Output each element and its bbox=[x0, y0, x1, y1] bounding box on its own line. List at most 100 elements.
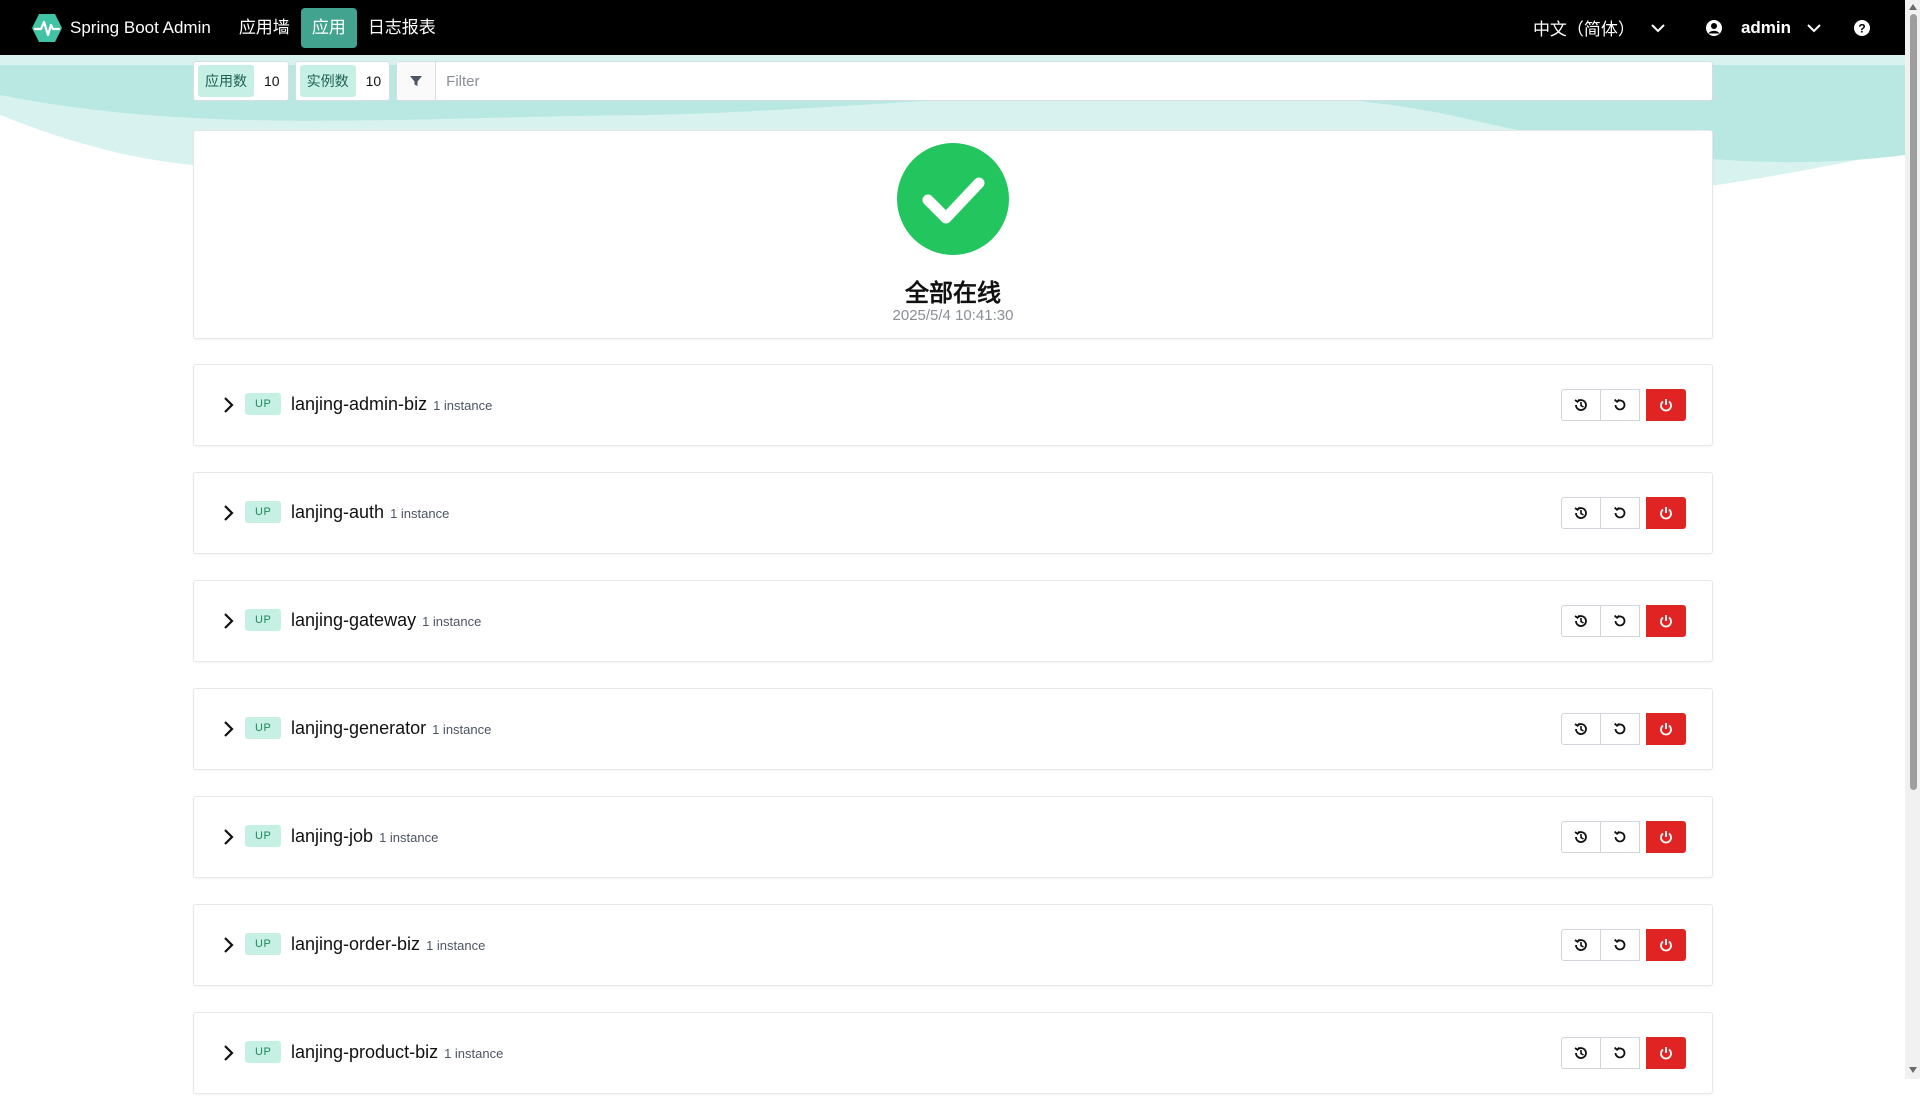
history-icon bbox=[1574, 1046, 1587, 1059]
application-row[interactable]: UP lanjing-gateway 1 instance bbox=[193, 580, 1713, 662]
status-badge: UP bbox=[245, 933, 282, 955]
scroll-down-arrow-icon[interactable] bbox=[1908, 1065, 1918, 1075]
nav-item-applications[interactable]: 应用 bbox=[300, 7, 357, 48]
page-scrollbar[interactable] bbox=[1905, 0, 1920, 1079]
filter-button[interactable] bbox=[397, 62, 437, 100]
applications-count-value: 10 bbox=[264, 73, 280, 89]
user-name: admin bbox=[1740, 17, 1791, 37]
chevron-right-icon[interactable] bbox=[218, 395, 238, 415]
refresh-button[interactable] bbox=[1600, 713, 1640, 745]
brand[interactable]: Spring Boot Admin bbox=[31, 12, 211, 44]
refresh-button[interactable] bbox=[1600, 929, 1640, 961]
chevron-down-icon bbox=[1807, 23, 1821, 32]
scroll-up-arrow-icon[interactable] bbox=[1908, 2, 1918, 12]
user-menu[interactable]: admin bbox=[1705, 18, 1823, 38]
refresh-button[interactable] bbox=[1600, 389, 1640, 421]
history-icon bbox=[1574, 614, 1587, 627]
instances-count-label: 实例数 bbox=[299, 65, 356, 97]
application-name[interactable]: lanjing-product-biz 1 instance bbox=[291, 1042, 503, 1063]
row-actions bbox=[1561, 821, 1686, 853]
refresh-icon bbox=[1613, 398, 1626, 411]
applications-count-label: 应用数 bbox=[198, 65, 254, 97]
scroll-thumb[interactable] bbox=[1910, 14, 1917, 790]
shutdown-button[interactable] bbox=[1646, 605, 1686, 637]
application-name-text: lanjing-order-biz bbox=[291, 934, 421, 954]
nav-item-log-reports[interactable]: 日志报表 bbox=[357, 8, 447, 48]
question-circle-icon[interactable]: ? bbox=[1853, 19, 1871, 37]
application-name-text: lanjing-auth bbox=[291, 502, 385, 522]
shutdown-button[interactable] bbox=[1646, 1037, 1686, 1069]
status-timestamp: 2025/5/4 10:41:30 bbox=[892, 307, 1014, 324]
heartbeat-icon bbox=[32, 13, 62, 42]
refresh-icon bbox=[1613, 506, 1626, 519]
power-icon bbox=[1660, 939, 1672, 952]
status-badge: UP bbox=[245, 825, 282, 847]
application-name[interactable]: lanjing-gateway 1 instance bbox=[291, 610, 481, 631]
journal-button[interactable] bbox=[1561, 389, 1601, 421]
refresh-icon bbox=[1613, 722, 1626, 735]
power-icon bbox=[1660, 1047, 1672, 1060]
chevron-right-icon[interactable] bbox=[218, 611, 238, 631]
check-circle-icon bbox=[897, 143, 1009, 255]
language-selector[interactable]: 中文（简体） bbox=[1533, 15, 1667, 40]
instance-count: 1 instance bbox=[426, 938, 486, 953]
journal-button[interactable] bbox=[1561, 929, 1601, 961]
status-badge: UP bbox=[245, 717, 282, 739]
refresh-button[interactable] bbox=[1600, 497, 1640, 529]
refresh-icon bbox=[1613, 830, 1626, 843]
filter-input[interactable] bbox=[444, 65, 1712, 97]
journal-button[interactable] bbox=[1561, 497, 1601, 529]
application-name[interactable]: lanjing-generator 1 instance bbox=[291, 718, 491, 739]
chevron-right-icon[interactable] bbox=[218, 935, 238, 955]
chevron-right-icon[interactable] bbox=[218, 1043, 238, 1063]
applications-counter: 应用数 10 bbox=[193, 61, 289, 101]
application-name-text: lanjing-product-biz bbox=[291, 1042, 439, 1062]
application-row[interactable]: UP lanjing-job 1 instance bbox=[193, 796, 1713, 878]
shutdown-button[interactable] bbox=[1646, 389, 1686, 421]
chevron-down-icon bbox=[1651, 23, 1665, 32]
application-row[interactable]: UP lanjing-admin-biz 1 instance bbox=[193, 364, 1713, 446]
application-row[interactable]: UP lanjing-generator 1 instance bbox=[193, 688, 1713, 770]
application-row[interactable]: UP lanjing-order-biz 1 instance bbox=[193, 904, 1713, 986]
application-name-text: lanjing-job bbox=[291, 826, 374, 846]
journal-button[interactable] bbox=[1561, 605, 1601, 637]
application-name[interactable]: lanjing-job 1 instance bbox=[291, 826, 438, 847]
refresh-button[interactable] bbox=[1600, 605, 1640, 637]
row-actions bbox=[1561, 389, 1686, 421]
application-name[interactable]: lanjing-admin-biz 1 instance bbox=[291, 394, 492, 415]
nav-item-wallboard[interactable]: 应用墙 bbox=[228, 8, 301, 48]
journal-button[interactable] bbox=[1561, 713, 1601, 745]
shutdown-button[interactable] bbox=[1646, 497, 1686, 529]
shutdown-button[interactable] bbox=[1646, 929, 1686, 961]
row-actions bbox=[1561, 605, 1686, 637]
status-badge: UP bbox=[245, 609, 282, 631]
journal-button[interactable] bbox=[1561, 821, 1601, 853]
shutdown-button[interactable] bbox=[1646, 713, 1686, 745]
history-icon bbox=[1574, 506, 1587, 519]
shutdown-button[interactable] bbox=[1646, 821, 1686, 853]
status-badge: UP bbox=[245, 501, 282, 523]
application-row[interactable]: UP lanjing-product-biz 1 instance bbox=[193, 1012, 1713, 1094]
status-badge: UP bbox=[245, 393, 282, 415]
refresh-icon bbox=[1613, 614, 1626, 627]
row-actions bbox=[1561, 1037, 1686, 1069]
refresh-button[interactable] bbox=[1600, 821, 1640, 853]
application-name-text: lanjing-gateway bbox=[291, 610, 417, 630]
instance-count: 1 instance bbox=[444, 1046, 504, 1061]
refresh-icon bbox=[1613, 1046, 1626, 1059]
chevron-right-icon[interactable] bbox=[218, 503, 238, 523]
application-name[interactable]: lanjing-auth 1 instance bbox=[291, 502, 449, 523]
toolbar: 应用数 10 实例数 10 bbox=[193, 61, 1713, 101]
chevron-right-icon[interactable] bbox=[218, 827, 238, 847]
history-icon bbox=[1574, 938, 1587, 951]
svg-text:?: ? bbox=[1858, 21, 1865, 35]
journal-button[interactable] bbox=[1561, 1037, 1601, 1069]
application-name[interactable]: lanjing-order-biz 1 instance bbox=[291, 934, 485, 955]
application-row[interactable]: UP lanjing-auth 1 instance bbox=[193, 472, 1713, 554]
status-title: 全部在线 bbox=[905, 280, 1001, 307]
chevron-right-icon[interactable] bbox=[218, 719, 238, 739]
power-icon bbox=[1660, 615, 1672, 628]
refresh-button[interactable] bbox=[1600, 1037, 1640, 1069]
instances-count-value: 10 bbox=[365, 73, 382, 89]
language-label: 中文（简体） bbox=[1532, 20, 1635, 39]
